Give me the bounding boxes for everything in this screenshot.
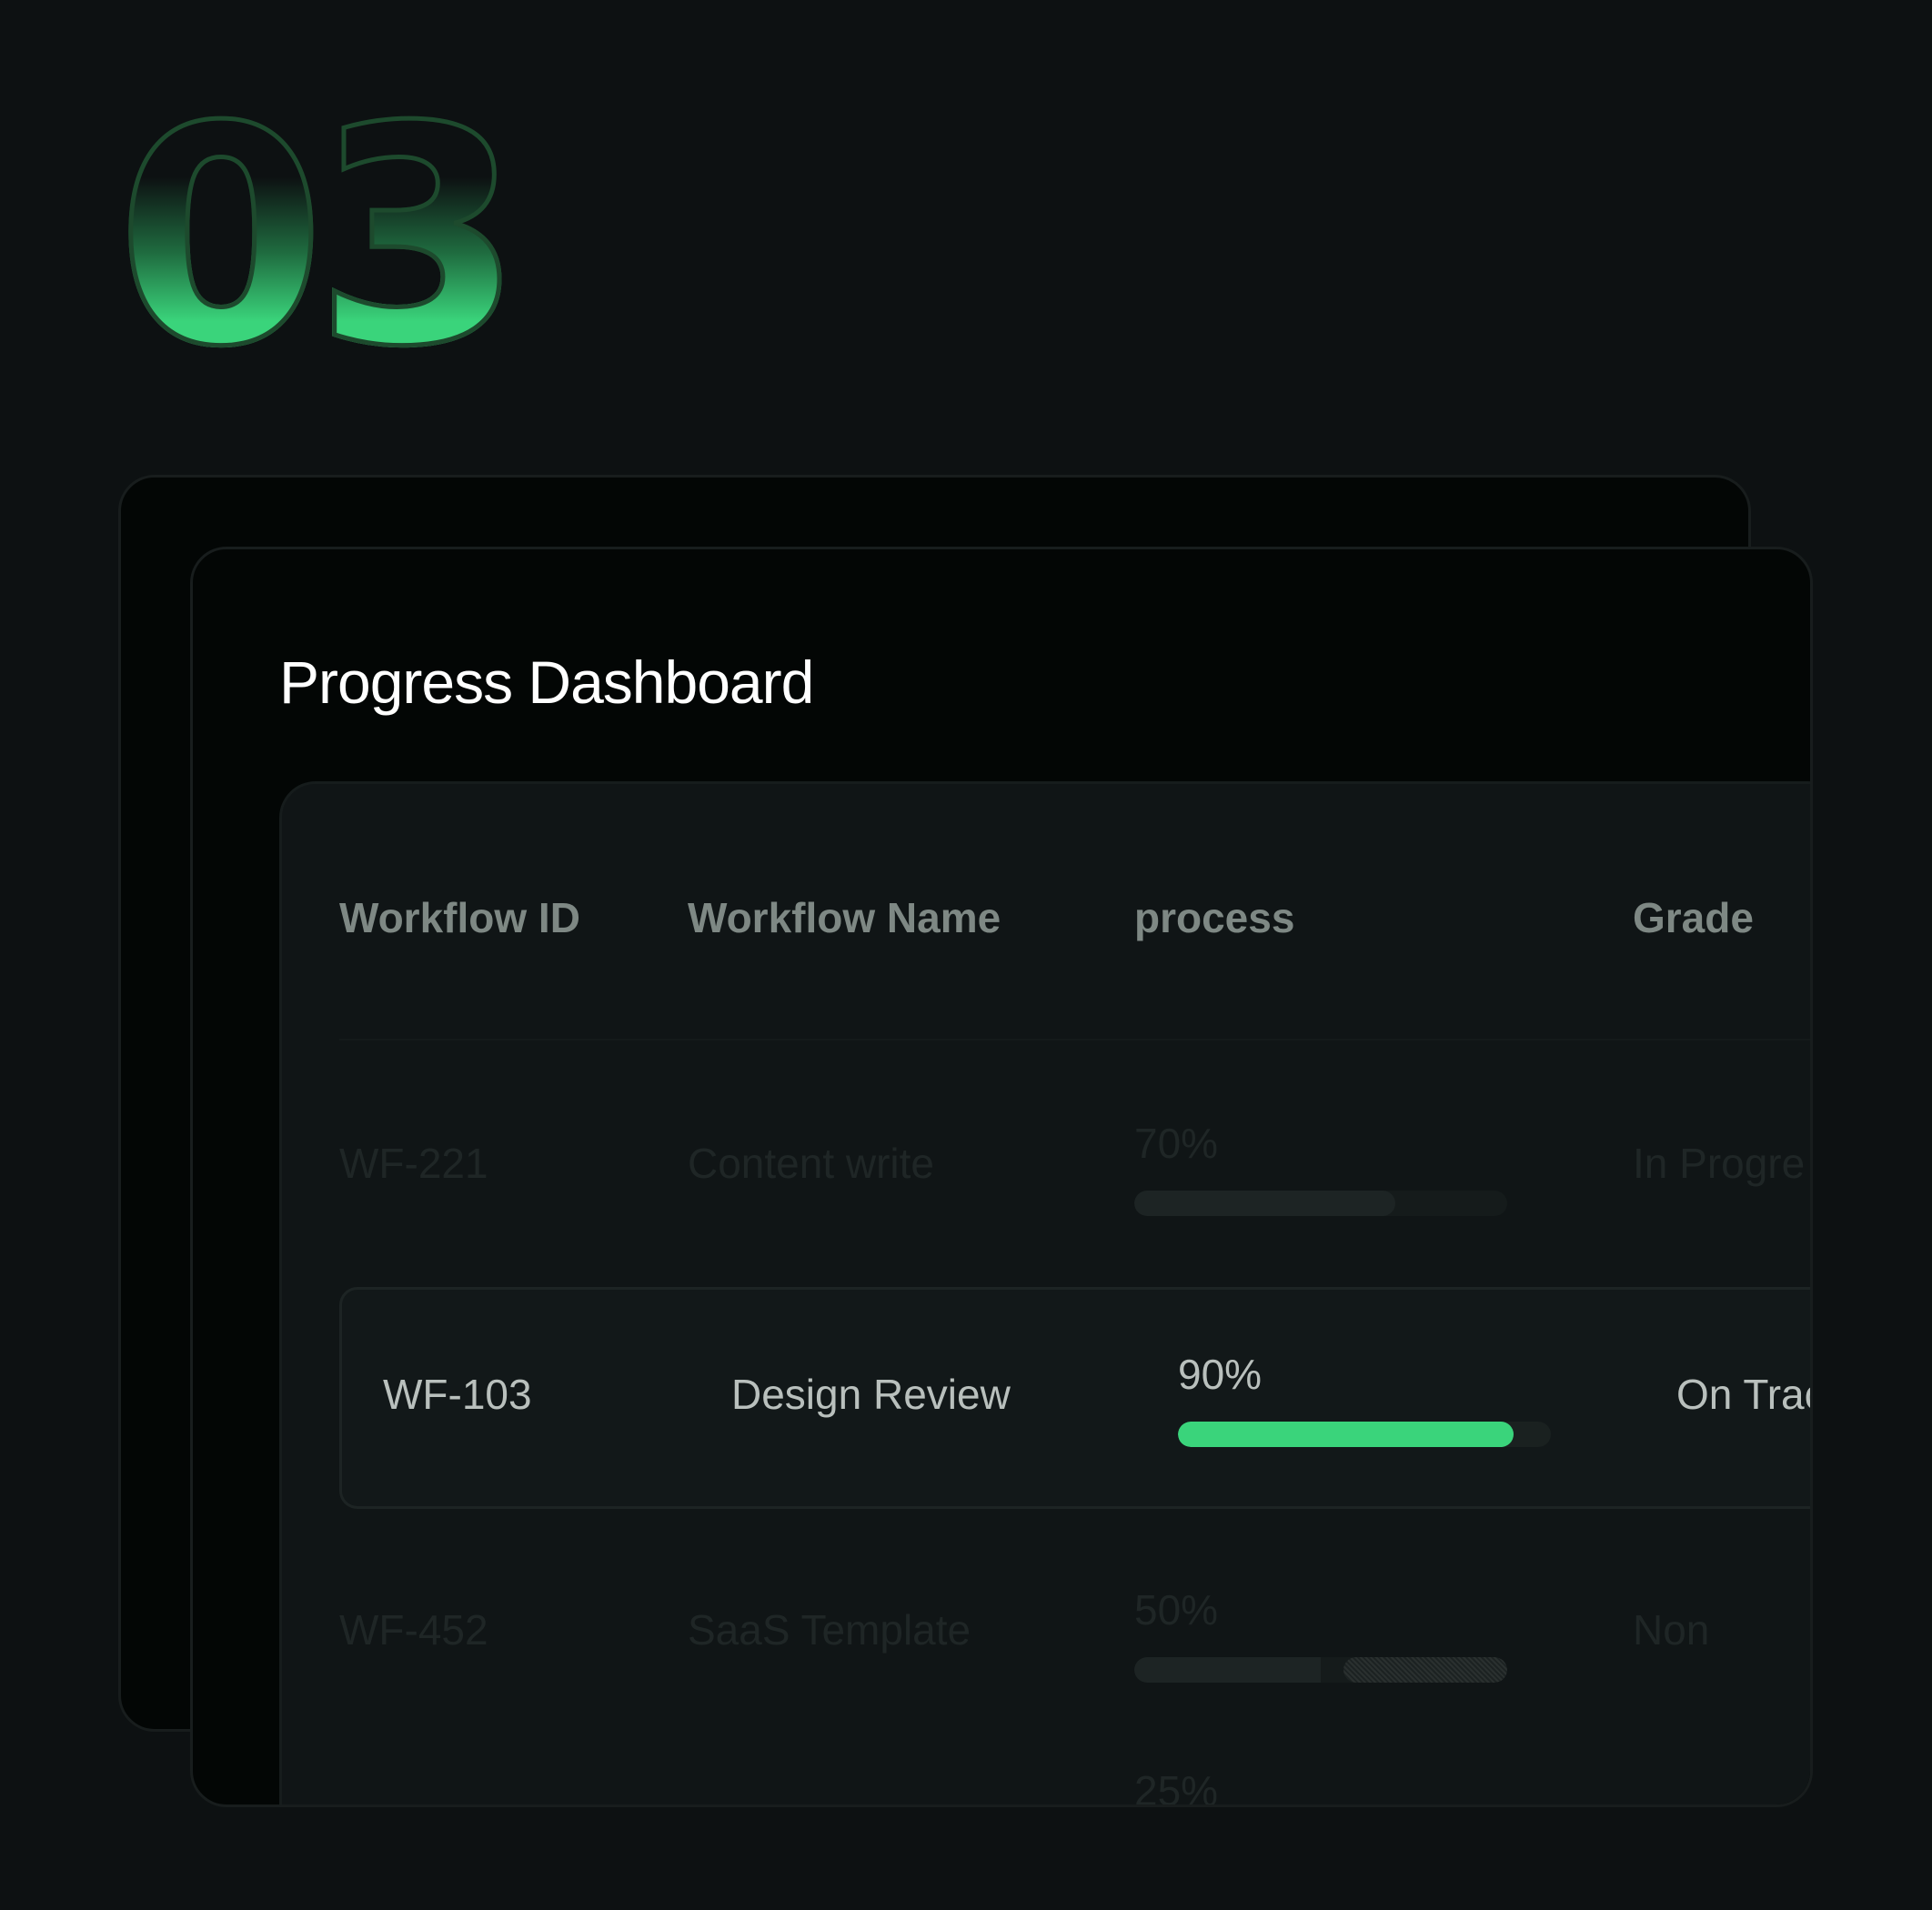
progress-bar-fill — [1134, 1657, 1321, 1683]
progress-bar — [1134, 1657, 1507, 1683]
progress-percent-label: 25% — [1134, 1767, 1219, 1807]
progress-table: Workflow ID Workflow Name process Grade … — [279, 781, 1813, 1807]
column-header-workflow-name[interactable]: Workflow Name — [688, 893, 1001, 942]
grade-cell: Non — [1633, 1606, 1710, 1654]
grade-cell: In Progre — [1633, 1140, 1806, 1187]
stage: 03 Progress Dashboard Workflow ID Workfl… — [0, 0, 1932, 1910]
progress-bar-fill — [1178, 1422, 1514, 1447]
workflow-name-cell: Design Review — [731, 1371, 1011, 1418]
header-divider — [339, 1039, 1810, 1040]
progress-percent-label: 50% — [1134, 1586, 1219, 1634]
workflow-id-cell: WF-452 — [339, 1606, 488, 1654]
progress-percent-label: 90% — [1178, 1351, 1263, 1398]
column-header-workflow-id[interactable]: Workflow ID — [339, 893, 580, 942]
workflow-name-cell: Content write — [688, 1140, 935, 1187]
progress-bar — [1178, 1422, 1551, 1447]
dashboard-title: Progress Dashboard — [279, 648, 814, 716]
workflow-id-cell: WF-103 — [383, 1371, 532, 1418]
column-header-grade[interactable]: Grade — [1633, 893, 1754, 942]
step-number: 03 — [114, 63, 525, 412]
workflow-id-cell: WF-221 — [339, 1140, 488, 1187]
progress-bar-fill — [1134, 1191, 1395, 1216]
column-header-process[interactable]: process — [1134, 893, 1294, 942]
workflow-name-cell: SaaS Template — [688, 1606, 971, 1654]
table-row-selected[interactable]: WF-103 Design Review 90% On Trac — [339, 1287, 1813, 1509]
grade-cell: On Trac — [1676, 1371, 1813, 1418]
progress-bar — [1134, 1191, 1507, 1216]
progress-bar-remainder — [1343, 1657, 1507, 1683]
progress-percent-label: 70% — [1134, 1120, 1219, 1167]
dashboard-card: Progress Dashboard Workflow ID Workflow … — [190, 547, 1813, 1807]
